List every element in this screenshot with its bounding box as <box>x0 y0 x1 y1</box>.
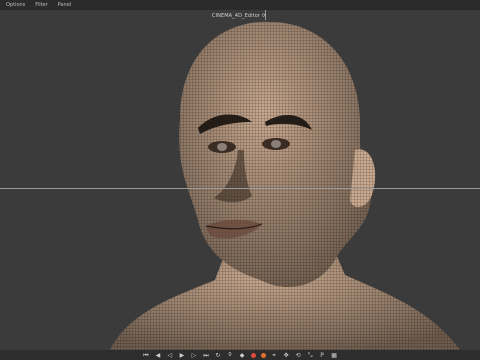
timeline-bar: ⏮ ◀ ◁ ▶ ▷ ⏭ ↻ 0 ◆ ⌖ ✥ ⟲ ⤡ P ▦ <box>0 350 480 360</box>
menu-panel[interactable]: Panel <box>58 2 72 8</box>
3d-viewport[interactable]: CINEMA_4D_Editor ⟳ <box>0 10 480 350</box>
wireframe-head-model <box>110 21 460 350</box>
menu-filter[interactable]: Filter <box>35 2 47 8</box>
frame-field[interactable]: 0 <box>226 352 233 358</box>
loop-icon[interactable]: ↻ <box>214 352 221 359</box>
go-to-end-icon[interactable]: ⏭ <box>202 352 209 359</box>
menu-bar: Options Filter Panel <box>0 0 480 10</box>
play-back-icon[interactable]: ◁ <box>166 352 173 359</box>
auto-key-icon[interactable] <box>260 352 266 358</box>
position-key-icon[interactable]: ✥ <box>283 352 290 359</box>
step-forward-icon[interactable]: ▷ <box>190 352 197 359</box>
go-to-start-icon[interactable]: ⏮ <box>142 352 149 359</box>
horizon-line <box>0 188 480 189</box>
grid-icon[interactable]: ▦ <box>331 352 338 359</box>
play-icon[interactable]: ▶ <box>178 352 185 359</box>
keyframe-icon[interactable]: ◆ <box>239 352 246 359</box>
menu-options[interactable]: Options <box>6 2 25 8</box>
rotation-key-icon[interactable]: ⟲ <box>295 352 302 359</box>
viewport-title: CINEMA_4D_Editor ⟳ <box>212 13 267 19</box>
record-icon[interactable] <box>250 352 256 358</box>
key-selection-icon[interactable]: ⌖ <box>271 352 278 359</box>
param-key-icon[interactable]: P <box>319 352 326 359</box>
step-back-icon[interactable]: ◀ <box>154 352 161 359</box>
scale-key-icon[interactable]: ⤡ <box>307 352 314 359</box>
